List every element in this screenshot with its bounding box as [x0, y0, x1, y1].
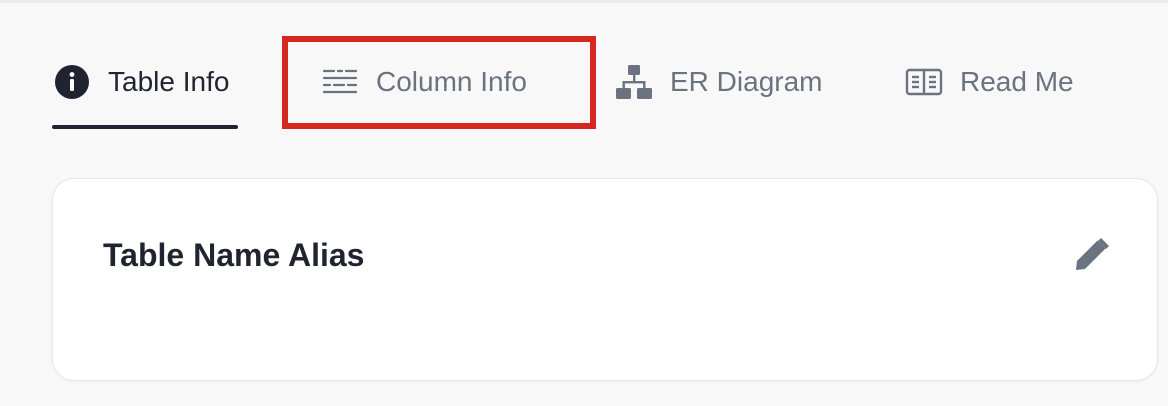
info-icon: [52, 62, 92, 102]
open-book-icon: [904, 62, 944, 102]
highlight-box: [282, 36, 596, 129]
tab-bar: Table Info Column Info ER Diagram Read M…: [0, 0, 1168, 140]
tab-table-info[interactable]: Table Info: [52, 60, 229, 104]
table-name-alias-card: Table Name Alias: [52, 178, 1158, 381]
active-tab-indicator: [52, 125, 238, 129]
hierarchy-icon: [614, 62, 654, 102]
tab-read-me[interactable]: Read Me: [904, 60, 1074, 104]
edit-button[interactable]: [1069, 235, 1113, 279]
tab-er-diagram[interactable]: ER Diagram: [614, 60, 822, 104]
pencil-icon: [1073, 237, 1109, 278]
tab-er-diagram-label: ER Diagram: [670, 66, 823, 97]
card-title: Table Name Alias: [103, 237, 365, 273]
tab-read-me-label: Read Me: [960, 66, 1074, 97]
tab-table-info-label: Table Info: [108, 66, 230, 97]
